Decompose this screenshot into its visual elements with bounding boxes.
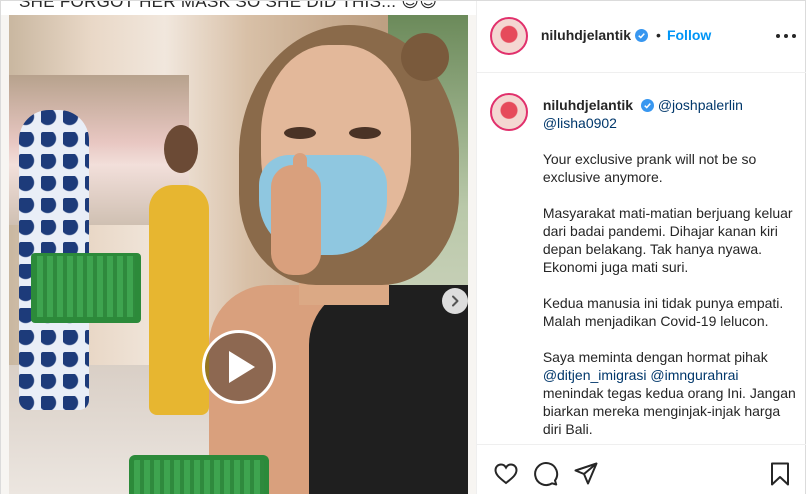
caption-text: menindak tegas kedua orang Ini. Jangan b… <box>542 385 796 437</box>
chevron-right-icon <box>452 295 459 307</box>
avatar[interactable] <box>489 17 528 55</box>
caption-text: Saya meminta dengan hormat pihak <box>542 349 768 365</box>
post-media[interactable]: SHE FORGOT HER MASK SO SHE DID THIS... 😎… <box>1 1 477 494</box>
mention-link[interactable]: @imngurahrai <box>650 367 738 383</box>
caption-paragraph: Masyarakat mati-matian berjuang keluar d… <box>542 205 793 275</box>
video-caption-bar: SHE FORGOT HER MASK SO SHE DID THIS... 😎… <box>1 1 476 15</box>
woman-eye-right <box>349 127 381 139</box>
play-icon <box>229 351 255 383</box>
comment-bubble-icon <box>533 462 558 486</box>
action-bar <box>476 444 806 494</box>
separator-dot: • <box>656 27 661 43</box>
shopper-yellow-dress <box>149 185 209 415</box>
caption-paragraph: Your exclusive prank will not be so excl… <box>542 151 757 185</box>
save-button[interactable] <box>767 461 793 487</box>
verified-badge-icon <box>640 99 654 112</box>
instagram-post: SHE FORGOT HER MASK SO SHE DID THIS... 😎… <box>0 0 806 494</box>
comment-avatar[interactable] <box>489 93 528 131</box>
follow-button[interactable]: Follow <box>667 27 711 43</box>
post-header: niluhdjelantik • Follow <box>476 1 806 73</box>
woman-finger <box>293 153 307 213</box>
bookmark-icon <box>770 462 789 486</box>
next-media-button[interactable] <box>442 288 468 314</box>
shopper-head <box>164 125 198 173</box>
shopping-basket <box>31 253 141 323</box>
mention-link[interactable]: @joshpalerlin <box>658 97 743 113</box>
share-button[interactable] <box>573 461 599 487</box>
heart-icon <box>494 463 518 485</box>
mention-link[interactable]: @ditjen_imigrasi <box>543 367 647 383</box>
verified-badge-icon <box>635 28 649 42</box>
caption-paragraph: Kedua manusia ini tidak punya empati. Ma… <box>542 295 784 329</box>
play-button[interactable] <box>202 330 276 404</box>
woman-top <box>309 285 468 494</box>
post-sidebar: niluhdjelantik • Follow niluhdjelantik @… <box>476 1 806 494</box>
header-username[interactable]: niluhdjelantik <box>541 27 631 43</box>
comment-button[interactable] <box>533 461 559 487</box>
video-caption-text: SHE FORGOT HER MASK SO SHE DID THIS... 😎… <box>19 1 438 11</box>
header-user: niluhdjelantik • Follow <box>541 27 711 43</box>
more-options-button[interactable] <box>775 27 796 45</box>
woman-eye-left <box>284 127 316 139</box>
caption-username[interactable]: niluhdjelantik <box>543 97 633 113</box>
caption-comment: niluhdjelantik @joshpalerlin @lisha0902 … <box>477 74 806 439</box>
caption-body: niluhdjelantik @joshpalerlin @lisha0902 … <box>543 96 801 438</box>
paper-plane-icon <box>574 462 598 485</box>
like-button[interactable] <box>493 461 519 487</box>
caption-paragraph-mentions: Saya meminta dengan hormat pihak @ditjen_… <box>543 348 801 438</box>
mention-link[interactable]: @lisha0902 <box>543 115 617 131</box>
caption-first-line: niluhdjelantik @joshpalerlin <box>543 96 801 114</box>
more-dots-icon <box>775 34 780 38</box>
video-frame[interactable] <box>9 15 468 494</box>
woman-hair-bun <box>401 33 449 81</box>
shopping-basket-bottom <box>129 455 269 494</box>
